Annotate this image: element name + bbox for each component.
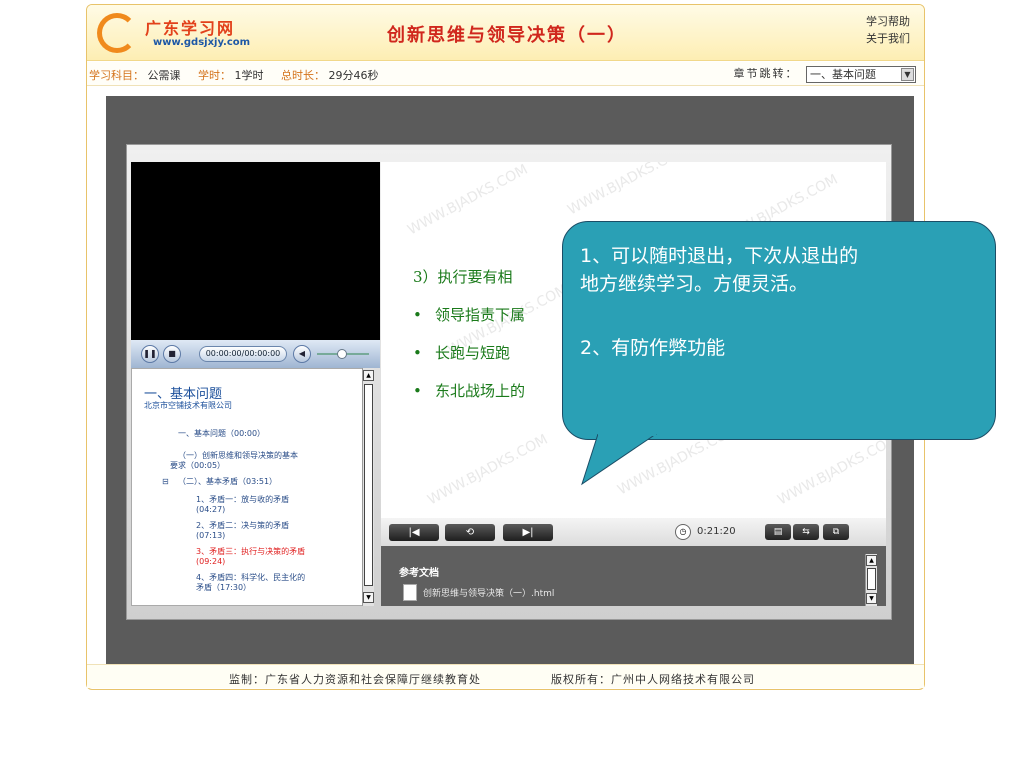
volume-icon[interactable]: ◀ — [293, 345, 311, 363]
outline-item[interactable]: 要求（00:05） — [170, 461, 225, 471]
scroll-down-icon[interactable]: ▼ — [363, 592, 374, 603]
scroll-up-icon[interactable]: ▲ — [363, 370, 374, 381]
watermark: WWW.BJADKS.COM — [775, 431, 886, 509]
clock-icon: ◷ — [675, 524, 691, 540]
slide-heading: 3）执行要有相 — [413, 268, 513, 286]
outline-scrollbar[interactable]: ▲ ▼ — [362, 368, 374, 606]
chapter-jump-label: 章节跳转： — [733, 67, 799, 80]
logo-url: www.gdsjxjy.com — [153, 37, 251, 48]
elapsed-time: 0:21:20 — [697, 526, 736, 537]
scroll-up-icon[interactable]: ▲ — [866, 555, 877, 566]
outline-item[interactable]: 矛盾（17:30） — [196, 583, 251, 593]
subject-key: 学习科目： — [89, 69, 144, 82]
header-links: 学习帮助 关于我们 — [866, 13, 910, 47]
footer-copyright: 版权所有：广州中人网络技术有限公司 — [551, 673, 755, 686]
callout-line: 2、有防作弊功能 — [580, 337, 726, 359]
callout-line: 1、可以随时退出，下次从退出的 — [580, 245, 859, 267]
duration-value: 29分46秒 — [328, 69, 379, 82]
outline-item-active[interactable]: 3、矛盾三：执行与决策的矛盾 — [196, 547, 305, 557]
footer: 监制：广东省人力资源和社会保障厅继续教育处 版权所有：广州中人网络技术有限公司 — [87, 664, 924, 688]
outline-subtitle: 北京市空铺技术有限公司 — [144, 401, 232, 410]
slide-controls: |◀ ⟲ ▶| ◷ 0:21:20 ▤ ⇆ ⧉ — [381, 518, 886, 546]
slide-bullet: • 长跑与短跑 — [413, 344, 511, 362]
course-info-bar: 学习科目： 公需课 学时： 1学时 总时长： 29分46秒 章节跳转： 一、基本… — [87, 62, 924, 86]
scroll-down-icon[interactable]: ▼ — [866, 593, 877, 604]
outline-item[interactable]: （二）、基本矛盾（03:51） — [178, 477, 277, 487]
watermark: WWW.BJADKS.COM — [425, 431, 551, 509]
about-link[interactable]: 关于我们 — [866, 30, 910, 47]
replay-button[interactable]: ⟲ — [445, 524, 495, 541]
page-title: 创新思维与领导决策（一） — [387, 25, 627, 46]
hours-key: 学时： — [198, 69, 231, 82]
callout-tail — [581, 434, 657, 486]
outline-item[interactable]: 4、矛盾四：科学化、民主化的 — [196, 573, 305, 583]
logo-mark-icon — [97, 13, 137, 53]
volume-knob[interactable] — [337, 349, 347, 359]
reference-doc-link[interactable]: 创新思维与领导决策（一）.html — [423, 586, 554, 599]
chapter-select-value: 一、基本问题 — [810, 67, 876, 81]
document-icon — [403, 584, 417, 601]
site-logo[interactable]: 广东学习网 www.gdsjxjy.com — [97, 13, 257, 53]
callout-line: 地方继续学习。方便灵活。 — [580, 273, 809, 295]
refs-scrollbar[interactable]: ▲ ▼ — [865, 554, 877, 606]
outline-item[interactable]: 1、矛盾一：放与收的矛盾 — [196, 495, 289, 505]
video-control-bar: ❚❚ ■ 00:00:00/00:00:00 ◀ — [131, 340, 380, 368]
notes-icon[interactable]: ▤ — [765, 524, 791, 540]
chapter-outline: 一、基本问题 北京市空铺技术有限公司 一、基本问题（00:00） （一）创新思维… — [131, 368, 374, 606]
slide-bullet-text: 长跑与短跑 — [435, 344, 511, 362]
course-info: 学习科目： 公需课 学时： 1学时 总时长： 29分46秒 — [89, 67, 393, 83]
pause-button[interactable]: ❚❚ — [141, 345, 159, 363]
chapter-jump: 章节跳转： 一、基本问题 ▼ — [733, 65, 916, 83]
refs-title: 参考文档 — [399, 568, 439, 579]
previous-button[interactable]: |◀ — [389, 524, 439, 541]
duration-key: 总时长： — [281, 69, 325, 82]
collapse-icon[interactable]: ⊟ — [162, 477, 169, 487]
time-display: 00:00:00/00:00:00 — [199, 346, 287, 362]
scroll-thumb[interactable] — [364, 384, 373, 586]
outline-item[interactable]: （一）创新思维和领导决策的基本 — [178, 451, 298, 461]
outline-item[interactable]: (04:27) — [196, 505, 225, 515]
chevron-down-icon[interactable]: ▼ — [901, 67, 914, 81]
fullscreen-icon[interactable]: ⧉ — [823, 524, 849, 540]
slide-bullet-text: 领导指责下属 — [435, 306, 526, 324]
outline-item-active[interactable]: (09:24) — [196, 557, 225, 567]
slide-bullet: • 东北战场上的 — [413, 382, 526, 400]
outline-item[interactable]: (07:13) — [196, 531, 225, 541]
reference-panel: 参考文档 创新思维与领导决策（一）.html — [381, 546, 886, 606]
video-area[interactable] — [131, 162, 380, 340]
stop-button[interactable]: ■ — [163, 345, 181, 363]
outline-item[interactable]: 一、基本问题（00:00） — [178, 429, 265, 439]
subject-value: 公需课 — [147, 69, 181, 82]
footer-supervisor: 监制：广东省人力资源和社会保障厅继续教育处 — [229, 673, 481, 686]
logo-name: 广东学习网 — [145, 19, 236, 38]
outline-item[interactable]: 2、矛盾二：决与策的矛盾 — [196, 521, 289, 531]
next-button[interactable]: ▶| — [503, 524, 553, 541]
slide-bullet-text: 东北战场上的 — [435, 382, 526, 400]
watermark: WWW.BJADKS.COM — [405, 162, 531, 239]
chapter-select[interactable]: 一、基本问题 ▼ — [806, 65, 916, 83]
help-link[interactable]: 学习帮助 — [866, 13, 910, 30]
switch-icon[interactable]: ⇆ — [793, 524, 819, 540]
watermark: WWW.BJADKS.COM — [565, 162, 691, 219]
hours-value: 1学时 — [234, 69, 264, 82]
scroll-thumb[interactable] — [867, 568, 876, 590]
header: 广东学习网 www.gdsjxjy.com 创新思维与领导决策（一） 学习帮助 … — [87, 5, 924, 61]
slide-bullet: • 领导指责下属 — [413, 306, 526, 324]
